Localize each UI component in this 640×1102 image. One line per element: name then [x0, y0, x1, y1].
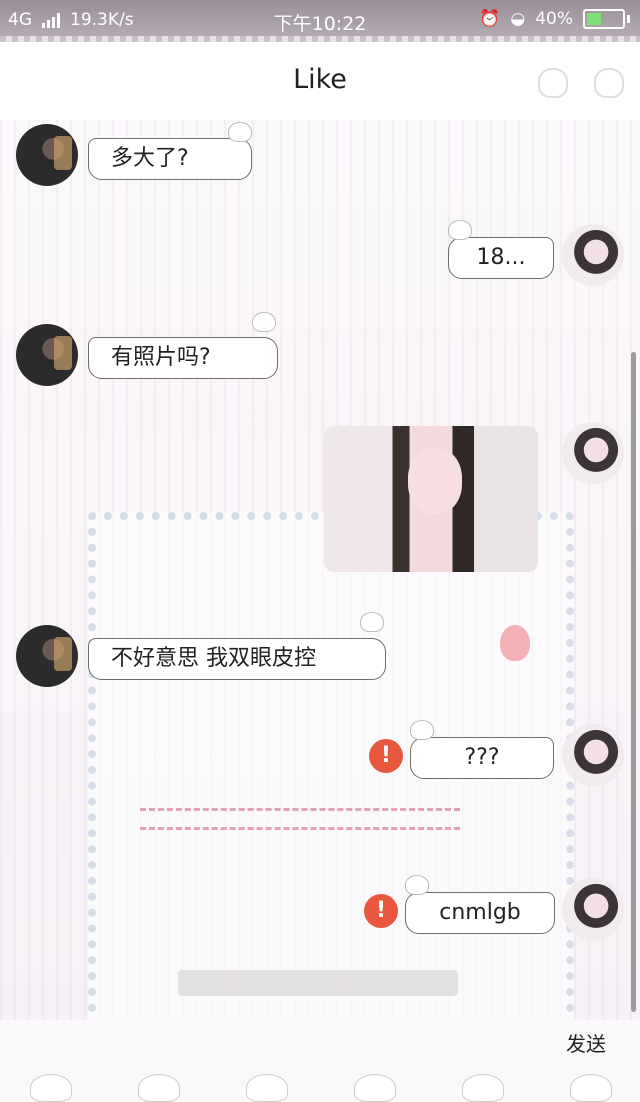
heart-decoration — [500, 625, 530, 661]
profile-icon[interactable] — [594, 68, 624, 98]
send-failed-icon[interactable]: ! — [369, 739, 403, 773]
message-text: ??? — [464, 745, 500, 770]
message-bubble[interactable]: 有照片吗? — [88, 337, 278, 379]
background-caption — [178, 970, 458, 996]
bear-sticker-icon — [228, 122, 252, 142]
ribbon-decoration — [140, 808, 460, 830]
scrollbar[interactable] — [631, 352, 636, 1012]
chat-header: Like — [0, 42, 640, 120]
message-text: 多大了? — [111, 146, 189, 171]
message-bubble[interactable]: 18... — [448, 237, 554, 279]
message-bubble[interactable]: 不好意思 我双眼皮控 — [88, 638, 386, 680]
bear-sticker-icon — [360, 612, 384, 632]
bear-sticker-icon — [252, 312, 276, 332]
send-button[interactable]: 发送 — [566, 1028, 606, 1057]
bear-sticker-icon[interactable] — [354, 1074, 396, 1102]
friend-avatar[interactable] — [16, 324, 78, 386]
message-text: 18... — [476, 245, 526, 270]
sticker-bar — [0, 1070, 640, 1102]
bear-sticker-icon — [448, 220, 472, 240]
message-bubble[interactable]: cnmlgb — [405, 892, 555, 934]
alarm-icon: ⏰ — [479, 9, 501, 29]
bear-sticker-icon[interactable] — [462, 1074, 504, 1102]
bear-sticker-icon[interactable] — [138, 1074, 180, 1102]
bear-sticker-icon — [410, 720, 434, 740]
status-bar: 4G 19.3K/s 下午10:22 ⏰ ◒ 40% — [0, 0, 640, 42]
bear-sticker-icon[interactable] — [246, 1074, 288, 1102]
send-failed-icon[interactable]: ! — [364, 894, 398, 928]
friend-avatar[interactable] — [16, 625, 78, 687]
message-text: 有照片吗? — [111, 345, 211, 370]
battery-percent: 40% — [535, 9, 573, 29]
battery-icon — [583, 9, 625, 29]
bear-sticker-icon[interactable] — [570, 1074, 612, 1102]
my-avatar[interactable] — [562, 878, 624, 940]
photo-face — [408, 448, 462, 514]
bear-sticker-icon — [405, 875, 429, 895]
message-bubble[interactable]: ??? — [410, 737, 554, 779]
wifi-icon: ◒ — [510, 9, 526, 29]
bear-sticker-icon[interactable] — [30, 1074, 72, 1102]
message-bubble[interactable]: 多大了? — [88, 138, 252, 180]
my-avatar[interactable] — [562, 422, 624, 484]
friend-avatar[interactable] — [16, 124, 78, 186]
message-text: cnmlgb — [439, 900, 521, 925]
my-avatar[interactable] — [562, 224, 624, 286]
chat-area[interactable]: 多大了? 18... 有照片吗? 不好意思 我双眼皮控 ! ??? ! cnml… — [0, 120, 640, 1020]
message-text: 不好意思 我双眼皮控 — [111, 646, 316, 671]
bear-icon[interactable] — [538, 68, 568, 98]
my-avatar[interactable] — [562, 724, 624, 786]
image-message[interactable] — [324, 426, 538, 572]
